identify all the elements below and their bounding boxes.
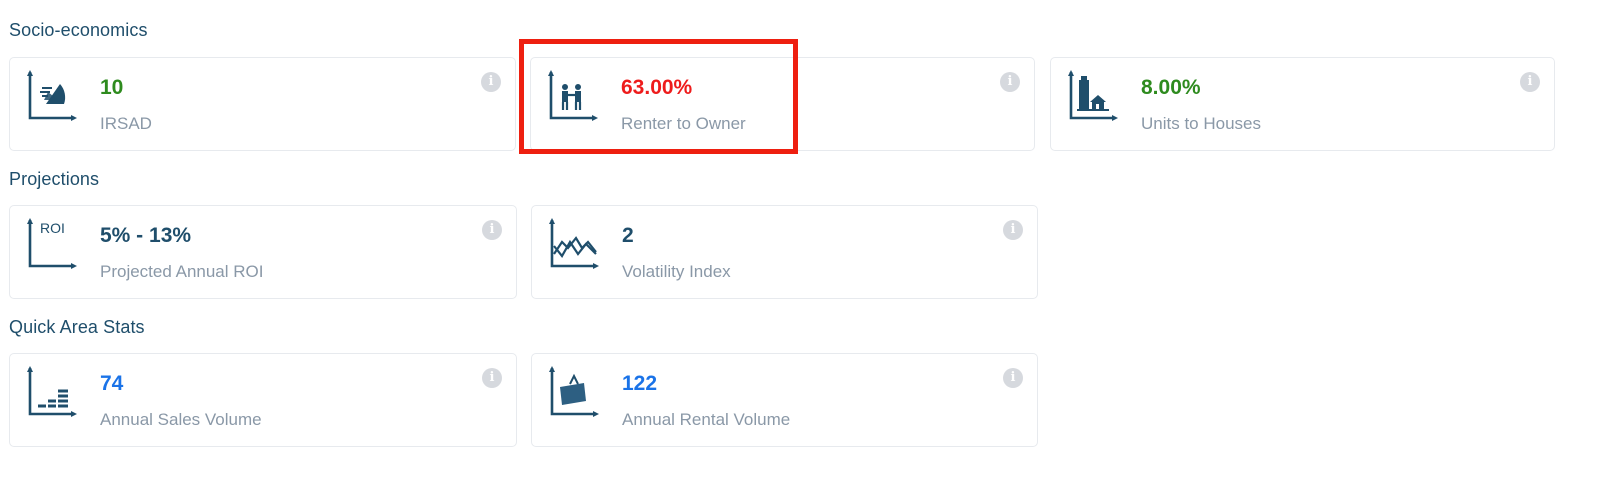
rental-sign-icon xyxy=(549,366,599,417)
buildings-chart-icon xyxy=(1068,70,1118,121)
stat-card-volatility-index: 2 Volatility Index i xyxy=(531,205,1038,299)
stat-value: 8.00% xyxy=(1141,76,1201,99)
irsad-chart-icon xyxy=(27,70,77,121)
roi-icon-text: ROI xyxy=(40,220,65,236)
info-icon[interactable]: i xyxy=(1000,72,1020,92)
section-title-projections: Projections xyxy=(9,169,100,189)
info-icon[interactable]: i xyxy=(482,220,502,240)
info-icon[interactable]: i xyxy=(481,72,501,92)
stat-label: Annual Rental Volume xyxy=(622,410,791,429)
stat-value: 122 xyxy=(622,372,658,395)
info-icon[interactable]: i xyxy=(1003,220,1023,240)
stat-label: Annual Sales Volume xyxy=(100,410,262,429)
info-icon[interactable]: i xyxy=(482,368,502,388)
info-icon[interactable]: i xyxy=(1003,368,1023,388)
stat-card-irsad: 10 IRSAD i xyxy=(9,57,516,151)
stat-value: 10 xyxy=(100,76,124,99)
handshake-chart-icon xyxy=(548,70,598,121)
volatility-chart-icon xyxy=(549,218,599,269)
stat-card-renter-to-owner: 63.00% Renter to Owner i xyxy=(530,57,1035,151)
stat-value: 63.00% xyxy=(621,76,693,99)
stat-card-annual-sales-volume: 74 Annual Sales Volume i xyxy=(9,353,517,447)
info-icon[interactable]: i xyxy=(1520,72,1540,92)
stat-label: IRSAD xyxy=(100,114,152,133)
section-title-quick-area-stats: Quick Area Stats xyxy=(9,317,145,337)
stat-card-annual-rental-volume: 122 Annual Rental Volume i xyxy=(531,353,1038,447)
section-title-socio-economics: Socio-economics xyxy=(9,20,148,40)
stat-label: Volatility Index xyxy=(622,262,731,281)
stat-label: Projected Annual ROI xyxy=(100,262,264,281)
sales-bars-icon xyxy=(27,366,77,417)
stat-card-units-to-houses: 8.00% Units to Houses i xyxy=(1050,57,1555,151)
stat-value: 5% - 13% xyxy=(100,224,192,247)
stat-label: Units to Houses xyxy=(1141,114,1261,133)
roi-chart-icon: ROI xyxy=(27,218,77,269)
stat-card-projected-roi: ROI 5% - 13% Projected Annual ROI i xyxy=(9,205,517,299)
stat-value: 2 xyxy=(622,224,634,247)
stat-value: 74 xyxy=(100,372,124,395)
stat-label: Renter to Owner xyxy=(621,114,746,133)
